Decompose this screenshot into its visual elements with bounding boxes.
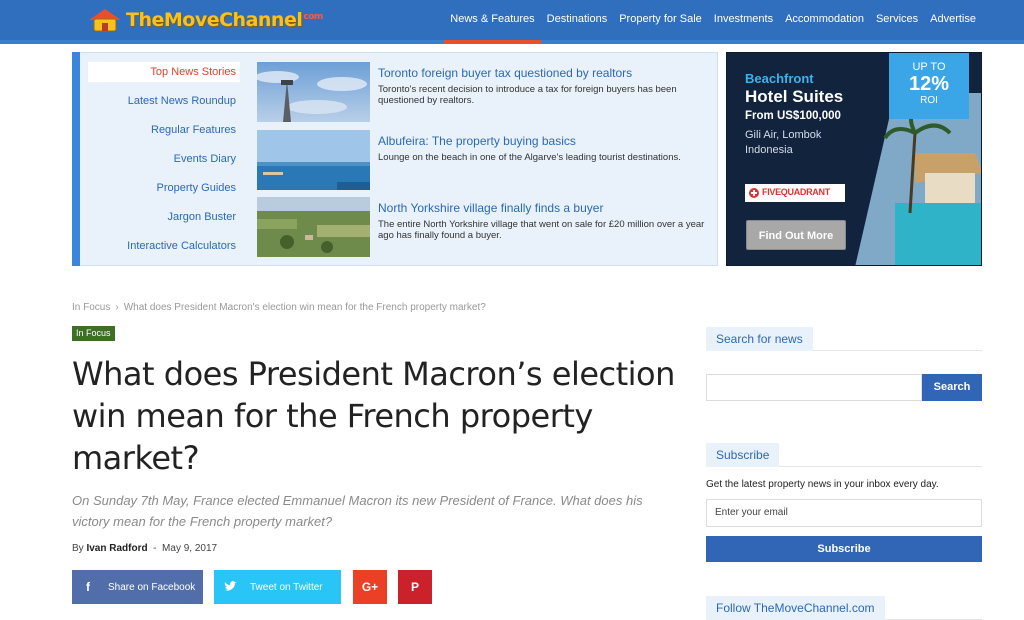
follow-heading: Follow TheMoveChannel.com [706,596,982,620]
search-news-heading: Search for news [706,327,982,351]
nav-advertise[interactable]: Advertise [924,0,982,40]
share-pinterest-button[interactable]: P [398,570,432,604]
email-field[interactable]: Enter your email [706,499,982,527]
story-desc: Toronto's recent decision to introduce a… [378,84,677,106]
publish-date: May 9, 2017 [162,543,218,554]
menu-top-news-stories[interactable]: Top News Stories [88,62,240,82]
share-facebook-button[interactable]: f Share on Facebook [72,570,203,604]
author-name[interactable]: Ivan Radford [86,543,147,554]
breadcrumb: In Focus › What does President Macron's el… [72,302,486,313]
menu-interactive-calculators[interactable]: Interactive Calculators [88,236,240,265]
twitter-icon [224,581,237,591]
badge-percent: 12% [908,73,950,95]
byline: By Ivan Radford - May 9, 2017 [72,543,218,554]
category-tag[interactable]: In Focus [72,326,115,341]
nav-services[interactable]: Services [870,0,924,40]
story-title[interactable]: North Yorkshire village finally finds a … [378,201,603,215]
story-desc: The entire North Yorkshire village that … [378,219,705,241]
menu-jargon-buster[interactable]: Jargon Buster [88,207,240,236]
house-logo-icon [89,9,121,32]
ad-kicker: Beachfront [745,71,814,86]
logo-text: TheMoveChannelcom [126,9,323,31]
nav-investments[interactable]: Investments [708,0,779,40]
share-twitter-label: Tweet on Twitter [250,581,323,593]
fivequadrant-icon [749,188,759,198]
share-googleplus-button[interactable]: G+ [353,570,387,604]
facebook-icon: f [86,580,90,594]
breadcrumb-root[interactable]: In Focus [72,302,110,313]
hotel-suites-ad[interactable]: UP TO 12% ROI Beachfront Hotel Suites Fr… [726,52,982,266]
badge-up-to: UP TO [912,61,946,73]
toronto-tower-thumbnail[interactable] [257,62,370,122]
ad-location-line2: Indonesia [745,144,793,156]
yorkshire-village-thumbnail[interactable] [257,197,370,257]
search-input[interactable] [706,374,922,401]
panel-accent-bar [72,52,80,266]
ad-location-line1: Gili Air, Lombok [745,129,822,141]
nav-news-features[interactable]: News & Features [444,0,542,44]
share-twitter-button[interactable]: Tweet on Twitter [214,570,341,604]
story-item[interactable]: Toronto foreign buyer tax questioned by … [257,62,707,122]
news-menu: Top News Stories Latest News Roundup Reg… [88,62,240,265]
search-button[interactable]: Search [922,374,982,401]
breadcrumb-current: What does President Macron's election wi… [123,302,486,313]
albufeira-sea-thumbnail[interactable] [257,130,370,190]
site-logo[interactable]: TheMoveChannelcom [86,6,323,34]
story-item[interactable]: North Yorkshire village finally finds a … [257,197,707,257]
story-desc: Lounge on the beach in one of the Algarv… [378,152,681,163]
pinterest-icon: P [410,580,419,594]
story-item[interactable]: Albufeira: The property buying basics Lo… [257,130,707,190]
badge-roi: ROI [920,95,938,106]
subscribe-description: Get the latest property news in your inb… [706,479,939,490]
subscribe-heading: Subscribe [706,443,982,467]
menu-latest-news-roundup[interactable]: Latest News Roundup [88,91,240,120]
nav-accommodation[interactable]: Accommodation [779,0,870,40]
roi-badge: UP TO 12% ROI [889,53,969,119]
share-facebook-label: Share on Facebook [108,581,196,593]
article-headline: What does President Macron’s election wi… [72,355,675,477]
ad-price: From US$100,000 [745,110,841,122]
breadcrumb-separator: › [115,302,119,313]
story-title[interactable]: Albufeira: The property buying basics [378,134,576,148]
find-out-more-button[interactable]: Find Out More [746,220,846,250]
menu-property-guides[interactable]: Property Guides [88,178,240,207]
ad-brand-logo: FIVEQUADRANT [745,184,845,202]
ad-title: Hotel Suites [745,87,844,106]
nav-destinations[interactable]: Destinations [541,0,614,40]
subscribe-button[interactable]: Subscribe [706,536,982,562]
nav-property-for-sale[interactable]: Property for Sale [613,0,708,40]
google-plus-icon: G+ [361,580,379,594]
menu-events-diary[interactable]: Events Diary [88,149,240,178]
story-title[interactable]: Toronto foreign buyer tax questioned by … [378,66,632,80]
article-subheadline: On Sunday 7th May, France elected Emmanu… [72,493,643,529]
menu-regular-features[interactable]: Regular Features [88,120,240,149]
main-nav: News & Features Destinations Property fo… [444,0,982,44]
